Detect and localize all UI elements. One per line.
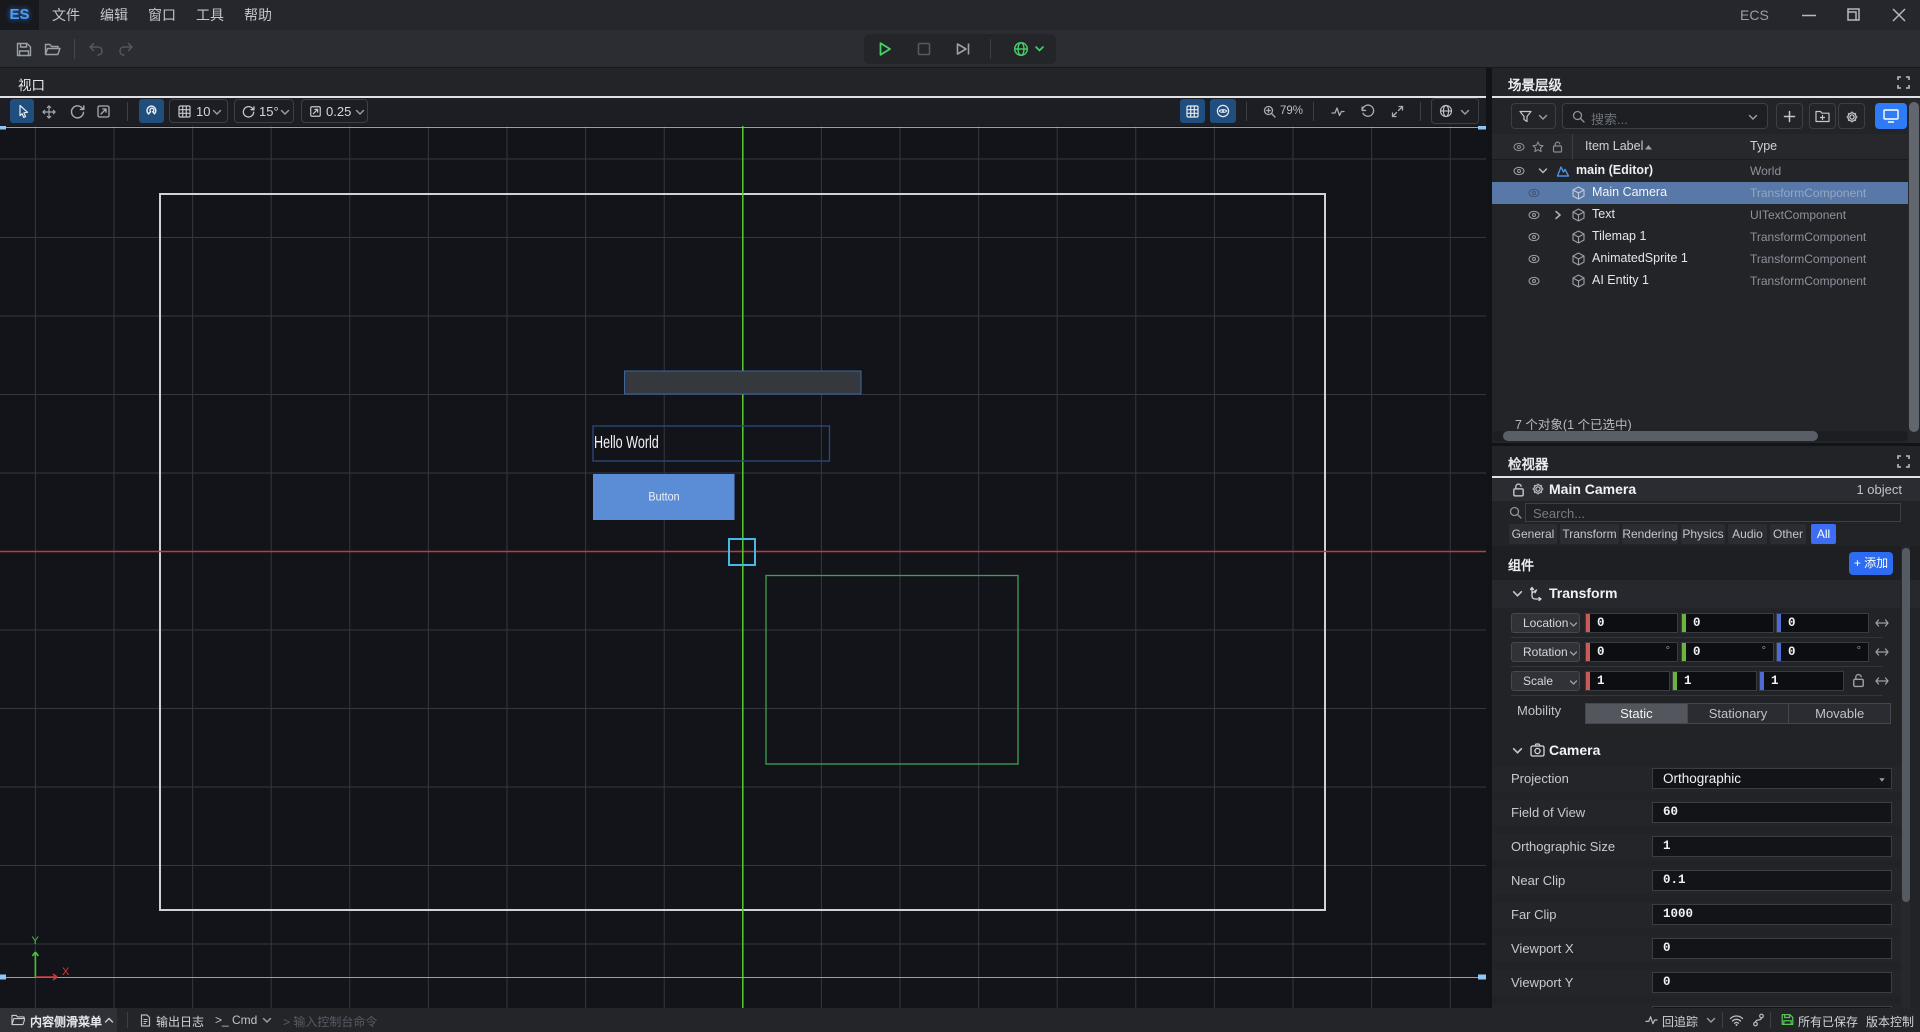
svg-text:Hello World: Hello World xyxy=(594,433,659,453)
svg-text:Button: Button xyxy=(648,491,679,504)
svg-text:Y: Y xyxy=(32,935,40,947)
svg-text:X: X xyxy=(62,966,70,978)
